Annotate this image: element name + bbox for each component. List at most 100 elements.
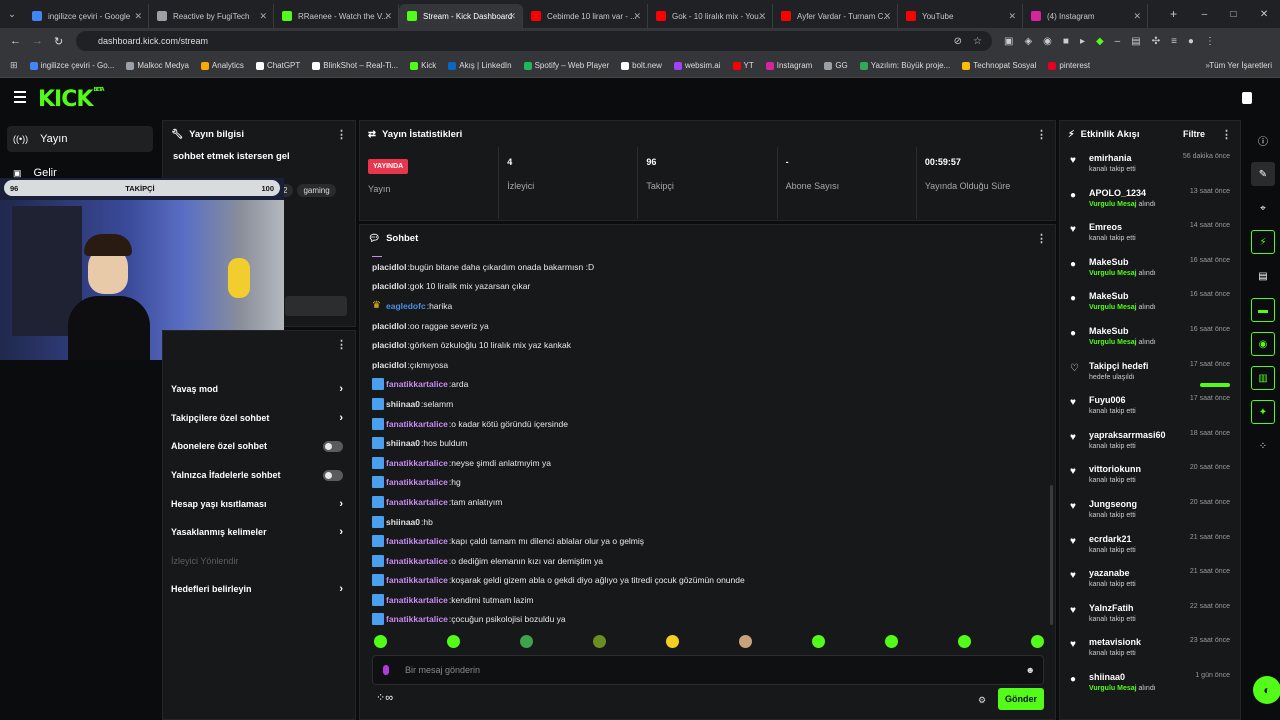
layout-icon[interactable]: ▥ [1251,366,1275,390]
browser-tab[interactable]: YouTube ✕ [898,4,1023,28]
reading-list-icon[interactable]: ≡ [1171,36,1177,47]
close-tab-icon[interactable]: ✕ [633,11,641,22]
chat-setting-item[interactable]: Yalnızca İfadelerle sohbet [163,461,355,490]
chat-username[interactable]: fanatikkartalice [386,614,448,624]
crosshair-icon[interactable]: ⌖ [1251,196,1275,220]
bookmark-item[interactable]: Spotify – Web Player [523,61,609,70]
maximize-icon[interactable]: □ [1231,9,1237,20]
chat-username[interactable]: fanatikkartalice [386,595,448,605]
extension-icon[interactable]: ▣ [1004,36,1013,47]
emote-icon[interactable] [1031,635,1044,648]
back-icon[interactable]: ← [10,35,21,47]
kick-logo[interactable]: KICKBETA [38,87,105,112]
bookmark-item[interactable]: pinterest [1048,61,1090,70]
chat-messages[interactable]: placidlol: bugün bitane daha çıkardım on… [360,257,1055,629]
chat-username[interactable]: fanatikkartalice [386,458,448,468]
emoji-icon[interactable]: ☻ [1026,665,1035,675]
edit-icon[interactable]: ✎ [1251,162,1275,186]
bookmark-item[interactable]: YT [732,61,754,70]
activity-name[interactable]: Jungseong [1089,499,1137,509]
chat-setting-item[interactable]: Hesap yaşı kısıtlaması › [163,489,355,518]
chat-input[interactable]: Bir mesaj gönderin ☻ [372,655,1044,685]
chat-icon[interactable]: ▬ [1251,298,1275,322]
all-bookmarks[interactable]: Tüm Yer İşaretleri [1205,61,1272,70]
tab-search-icon[interactable]: ⌄ [0,9,24,20]
emote-icon[interactable] [520,635,533,648]
chat-username[interactable]: shiinaa0 [386,517,420,527]
bookmark-item[interactable]: websim.ai [673,61,721,70]
hamburger-menu-icon[interactable] [14,91,26,103]
bookmark-item[interactable]: bolt.new [621,61,662,70]
sidebar-item-yayin[interactable]: ((•)) Yayın [7,126,153,152]
shield-icon[interactable]: ◈ [1024,36,1032,47]
activity-name[interactable]: MakeSub [1089,326,1156,336]
chat-setting-item[interactable]: Hedefleri belirleyin › [163,575,355,604]
close-tab-icon[interactable]: ✕ [1008,11,1016,22]
browser-tab[interactable]: Stream - Kick Dashboard ✕ [399,4,523,28]
bookmark-item[interactable]: BlinkShot – Real-Ti... [312,61,398,70]
mic-icon[interactable] [383,665,389,675]
emote-icon[interactable] [593,635,606,648]
browser-tab[interactable]: Ayfer Vardar - Turnam C... ✕ [773,4,898,28]
extension-icon[interactable]: ▤ [1131,36,1140,47]
chat-setting-item[interactable]: Yasaklanmış kelimeler › [163,518,355,547]
activity-name[interactable]: APOLO_1234 [1089,188,1156,198]
profile-icon[interactable]: ● [1188,36,1194,47]
bookmark-item[interactable]: Kick [410,61,436,70]
close-tab-icon[interactable]: ✕ [134,11,142,22]
more-options-icon[interactable]: ⋮ [336,128,347,141]
apps-icon[interactable]: ⁘ [1251,434,1275,458]
chat-username[interactable]: placidlol [372,360,406,370]
emote-icon[interactable] [666,635,679,648]
close-tab-icon[interactable]: ✕ [259,11,267,22]
chat-username[interactable]: fanatikkartalice [386,497,448,507]
chat-setting-item[interactable]: Yavaş mod › [163,375,355,404]
activity-name[interactable]: shiinaa0 [1089,672,1156,682]
chat-username[interactable]: shiinaa0 [386,438,420,448]
apps-icon[interactable]: ⊞ [10,60,18,71]
activity-name[interactable]: MakeSub [1089,291,1156,301]
send-button[interactable]: Gönder [998,688,1044,710]
filter-button[interactable]: Filtre [1183,129,1205,139]
lightning-icon[interactable]: ⚡︎ [1251,230,1275,254]
bookmark-item[interactable]: ingilizce çeviri - Go... [29,61,114,70]
chat-username[interactable]: fanatikkartalice [386,477,448,487]
broadcast-icon[interactable]: ◉ [1251,332,1275,356]
close-window-icon[interactable]: ✕ [1260,9,1268,20]
chat-tools-icon[interactable]: ⁘∞ [376,691,393,704]
browser-tab[interactable]: Gok - 10 liralık mix - You... ✕ [648,4,773,28]
close-tab-icon[interactable]: ✕ [1133,11,1141,22]
support-chat-button[interactable]: ◐ [1253,676,1280,704]
emote-icon[interactable] [885,635,898,648]
extension-icon[interactable]: – [1115,36,1121,47]
minimize-icon[interactable]: – [1202,9,1208,20]
activity-name[interactable]: ecrdark21 [1089,534,1136,544]
bookmark-item[interactable]: Technopat Sosyal [962,61,1036,70]
activity-name[interactable]: metavisionk [1089,637,1141,647]
chat-settings-icon[interactable]: ⚙︎ [978,695,986,706]
emote-icon[interactable] [374,635,387,648]
chat-username[interactable]: fanatikkartalice [386,419,448,429]
close-tab-icon[interactable]: ✕ [508,11,516,22]
chat-username[interactable]: placidlol [372,340,406,350]
browser-tab[interactable]: ingilizce çeviri - Google ✕ [24,4,149,28]
chat-username[interactable]: shiinaa0 [386,399,420,409]
close-tab-icon[interactable]: ✕ [883,11,891,22]
bookmark-item[interactable]: Analytics [200,61,244,70]
more-options-icon[interactable]: ⋮ [1221,128,1232,141]
close-tab-icon[interactable]: ✕ [384,11,392,22]
activity-name[interactable]: Fuyu006 [1089,395,1136,405]
browser-tab[interactable]: RRaenee - Watch the V... ✕ [274,4,399,28]
more-options-icon[interactable]: ⋮ [1036,232,1047,245]
extension-icon[interactable]: ◉ [1043,36,1052,47]
activity-name[interactable]: MakeSub [1089,257,1156,267]
emote-icon[interactable] [447,635,460,648]
bookmark-item[interactable]: ChatGPT [255,61,300,70]
activity-name[interactable]: emirhania [1089,153,1136,163]
bookmark-item[interactable]: GG [824,61,848,70]
bookmark-item[interactable]: Akış | LinkedIn [448,61,512,70]
document-icon[interactable]: ▤ [1251,264,1275,288]
activity-name[interactable]: Emreos [1089,222,1136,232]
activity-name[interactable]: yapraksarrmasi60 [1089,430,1166,440]
emote-icon[interactable] [812,635,825,648]
